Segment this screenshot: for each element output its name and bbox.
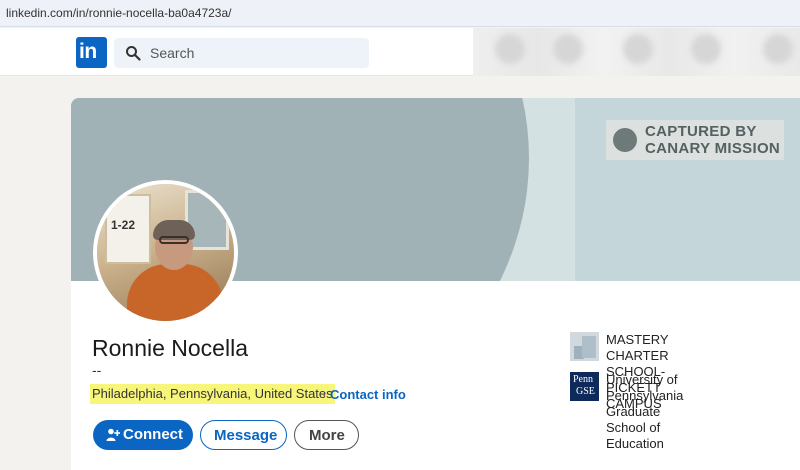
search-input[interactable]: Search <box>114 38 369 68</box>
blurred-nav-icon <box>495 34 525 64</box>
search-icon <box>126 46 141 61</box>
avatar-body <box>127 264 223 321</box>
avatar-board: 1-22 <box>105 194 151 264</box>
watermark-text: CAPTURED BY CANARY MISSION <box>645 123 780 157</box>
avatar[interactable]: 1-22 <box>93 180 238 325</box>
blurred-nav-items <box>473 28 800 76</box>
profile-name: Ronnie Nocella <box>92 335 248 361</box>
linkedin-logo-text: in <box>79 40 97 63</box>
url-text[interactable]: linkedin.com/in/ronnie-nocella-ba0a4723a… <box>6 6 231 20</box>
avatar-board-text: 1-22 <box>111 218 136 232</box>
add-user-icon <box>106 428 120 441</box>
browser-address-bar[interactable]: linkedin.com/in/ronnie-nocella-ba0a4723a… <box>0 0 800 27</box>
search-placeholder: Search <box>150 45 195 61</box>
watermark-line-1: CAPTURED BY <box>645 123 757 140</box>
blurred-nav-icon <box>623 34 653 64</box>
contact-info-link[interactable]: Contact info <box>330 387 406 402</box>
linkedin-logo[interactable]: in <box>76 37 107 68</box>
profile-location: Philadelphia, Pennsylvania, United State… <box>90 384 335 404</box>
penn-line-1: University of Pennsylvania <box>606 372 684 403</box>
blurred-nav-icon <box>691 34 721 64</box>
more-label: More <box>309 427 345 444</box>
profile-card: CAPTURED BY CANARY MISSION 1-22 Ronnie N… <box>71 98 800 470</box>
canary-bird-icon <box>613 128 637 152</box>
blurred-nav-icon <box>553 34 583 64</box>
blurred-nav-icon <box>763 34 793 64</box>
penn-logo-text: Penn <box>573 374 593 385</box>
penn-gse-logo: Penn GSE <box>570 372 599 401</box>
canary-mission-watermark: CAPTURED BY CANARY MISSION <box>606 120 784 160</box>
more-button[interactable]: More <box>294 420 359 450</box>
mastery-logo <box>570 332 599 361</box>
message-button[interactable]: Message <box>200 420 287 450</box>
gse-logo-text: GSE <box>576 386 595 397</box>
connect-button[interactable]: Connect <box>93 420 193 450</box>
top-nav: in Search <box>0 28 800 76</box>
separator-dot: · <box>322 387 327 402</box>
profile-headline: -- <box>92 362 102 378</box>
penn-gse-text: University of Pennsylvania Graduate Scho… <box>606 372 683 452</box>
mastery-logo-shape <box>582 336 596 358</box>
watermark-line-2: CANARY MISSION <box>645 140 781 157</box>
message-label: Message <box>214 427 278 444</box>
connect-label: Connect <box>123 426 183 443</box>
penn-line-2: Graduate School of Education <box>606 404 664 451</box>
avatar-glasses <box>159 236 189 244</box>
